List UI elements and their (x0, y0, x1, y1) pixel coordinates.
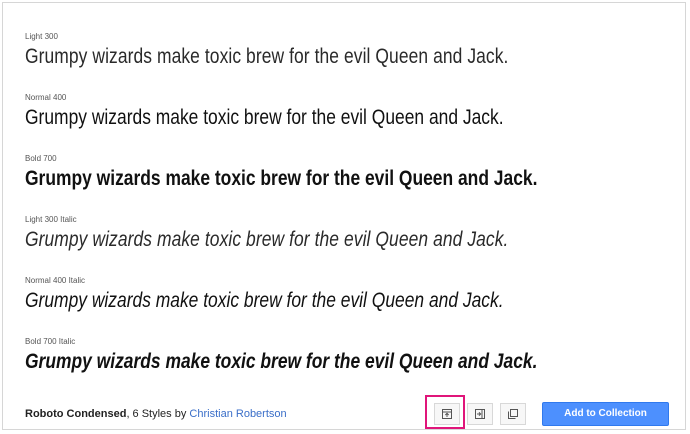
style-normal-400: Normal 400 Grumpy wizards make toxic bre… (25, 93, 665, 154)
style-list: Light 300 Grumpy wizards make toxic brew… (25, 32, 665, 398)
font-credit: Roboto Condensed, 6 Styles by Christian … (25, 408, 287, 421)
style-label: Bold 700 (25, 154, 57, 163)
font-family-name: Roboto Condensed (25, 408, 127, 420)
layout-stack-icon (508, 409, 518, 419)
style-label: Light 300 (25, 32, 58, 41)
styles-count-text: , 6 Styles by (126, 408, 190, 420)
style-label: Normal 400 Italic (25, 276, 86, 285)
layout-right-icon (475, 409, 485, 419)
style-normal-400-italic: Normal 400 Italic Grumpy wizards make to… (25, 276, 665, 337)
style-label: Bold 700 Italic (25, 337, 76, 346)
style-bold-700: Bold 700 Grumpy wizards make toxic brew … (25, 154, 665, 215)
panel-footer: Roboto Condensed, 6 Styles by Christian … (25, 395, 669, 429)
font-styles-panel: Light 300 Grumpy wizards make toxic brew… (2, 2, 686, 430)
style-sample: Grumpy wizards make toxic brew for the e… (25, 45, 509, 68)
view-layout-stack-button[interactable] (500, 403, 526, 425)
style-sample: Grumpy wizards make toxic brew for the e… (25, 350, 538, 373)
style-label: Normal 400 (25, 93, 67, 102)
style-bold-700-italic: Bold 700 Italic Grumpy wizards make toxi… (25, 337, 665, 398)
style-label: Light 300 Italic (25, 215, 77, 224)
add-to-collection-button[interactable]: Add to Collection (542, 402, 669, 426)
style-sample: Grumpy wizards make toxic brew for the e… (25, 289, 504, 312)
style-sample: Grumpy wizards make toxic brew for the e… (25, 167, 538, 190)
author-link[interactable]: Christian Robertson (189, 408, 286, 420)
style-light-300-italic: Light 300 Italic Grumpy wizards make tox… (25, 215, 665, 276)
view-layout-top-button[interactable] (434, 403, 460, 425)
layout-top-icon (442, 409, 452, 419)
style-sample: Grumpy wizards make toxic brew for the e… (25, 228, 509, 251)
style-sample: Grumpy wizards make toxic brew for the e… (25, 106, 504, 129)
view-layout-right-button[interactable] (467, 403, 493, 425)
style-light-300: Light 300 Grumpy wizards make toxic brew… (25, 32, 665, 93)
